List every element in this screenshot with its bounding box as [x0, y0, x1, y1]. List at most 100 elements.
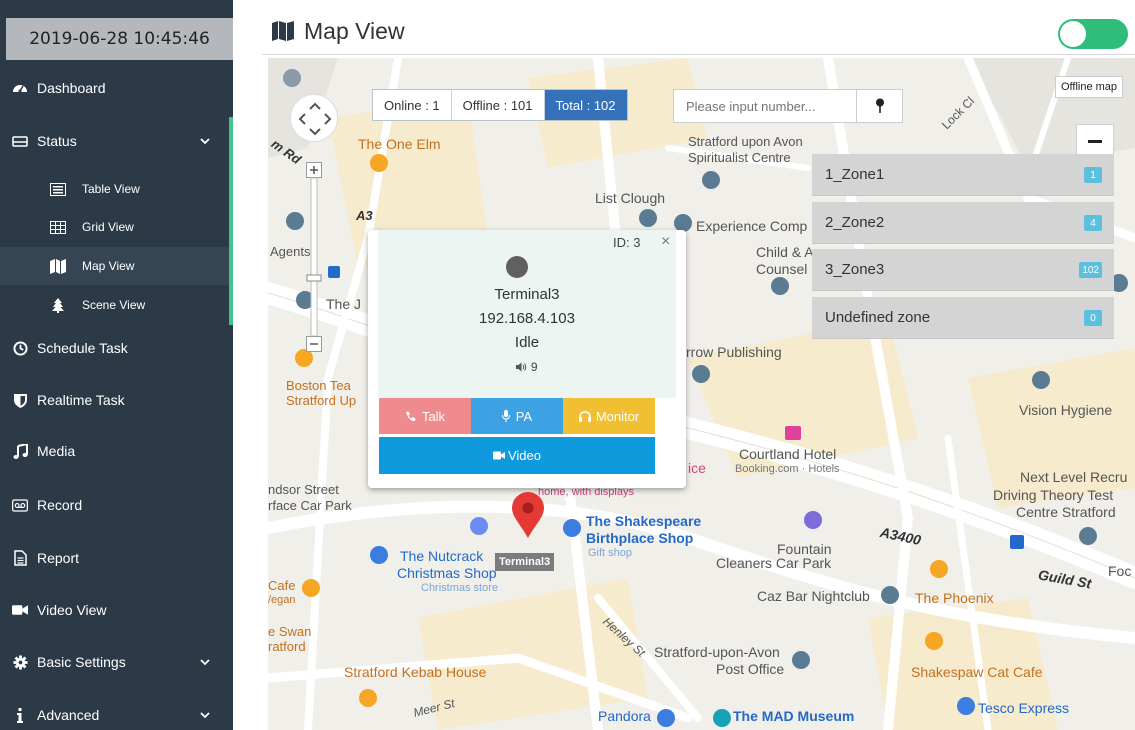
zone-item[interactable]: 3_Zone3 102: [812, 249, 1114, 291]
hdd-icon: [12, 133, 28, 149]
terminal-ip: 192.168.4.103: [479, 310, 575, 327]
map-label: Christmas store: [421, 582, 499, 594]
zone-name: 3_Zone3: [825, 261, 885, 278]
sidebar-subitem-grid-view[interactable]: Grid View: [0, 208, 233, 246]
map-label: Shakespaw Cat Cafe: [911, 664, 1043, 680]
map-label: Child & A: [756, 244, 814, 260]
map-label: Pandora: [598, 708, 651, 724]
terminal-name: Terminal3: [494, 286, 560, 303]
zone-count-badge: 0: [1084, 310, 1102, 326]
active-section-indicator: [229, 117, 233, 325]
toggle-knob: [1060, 21, 1086, 47]
map-label: Booking.com · Hotels: [735, 463, 840, 475]
map-label: Cleaners Car Park: [716, 555, 832, 571]
sidebar-item-label: Realtime Task: [37, 392, 125, 408]
map-label: /egan: [268, 594, 296, 606]
map-label: Post Office: [716, 661, 785, 677]
online-count[interactable]: Online : 1: [373, 90, 452, 120]
sidebar-item-basic-settings[interactable]: Basic Settings: [0, 641, 233, 683]
voicemail-icon: [12, 497, 28, 513]
map-label: The MAD Museum: [733, 708, 855, 724]
map-label: rrow Publishing: [686, 344, 782, 360]
map-label: Stratford Up: [286, 393, 357, 408]
dashboard-icon: [12, 80, 28, 96]
collapse-zones-button[interactable]: [1076, 124, 1114, 158]
zone-item[interactable]: 2_Zone2 4: [812, 202, 1114, 244]
sidebar-item-dashboard[interactable]: Dashboard: [0, 68, 233, 108]
close-icon[interactable]: ×: [661, 233, 670, 251]
talk-button[interactable]: Talk: [379, 398, 471, 434]
offline-map-toggle[interactable]: [1058, 19, 1128, 49]
zone-item[interactable]: 1_Zone1 1: [812, 154, 1114, 196]
map-label: Experience Comp: [696, 218, 808, 234]
map-label: The Nutcrack: [400, 548, 484, 564]
volume-value: 9: [530, 360, 538, 374]
sidebar-item-schedule-task[interactable]: Schedule Task: [0, 327, 233, 369]
map-label: Agents: [270, 244, 311, 259]
map-label: Next Level Recru: [1020, 469, 1128, 485]
sidebar-item-video-view[interactable]: Video View: [0, 589, 233, 631]
chevron-down-icon: [200, 712, 210, 719]
sidebar-subitem-table-view[interactable]: Table View: [0, 170, 233, 208]
sidebar-item-media[interactable]: Media: [0, 430, 233, 472]
sidebar-item-report[interactable]: Report: [0, 537, 233, 579]
sidebar-subitem-label: Scene View: [82, 298, 146, 312]
sidebar-item-record[interactable]: Record: [0, 484, 233, 526]
map-label: ratford: [268, 639, 306, 654]
volume-icon: [516, 362, 527, 372]
sidebar-subitem-label: Table View: [82, 182, 140, 196]
map-label: ndsor Street: [268, 482, 339, 497]
sidebar-item-realtime-task[interactable]: Realtime Task: [0, 379, 233, 421]
zone-name: 2_Zone2: [825, 214, 885, 231]
minus-icon: [1088, 139, 1102, 143]
search-input[interactable]: [674, 90, 856, 122]
zoom-slider[interactable]: [306, 162, 322, 352]
sidebar-item-label: Schedule Task: [37, 340, 128, 356]
sidebar: 2019-06-28 10:45:46 Dashboard Status Tab…: [0, 0, 233, 730]
sidebar-subitem-scene-view[interactable]: Scene View: [0, 286, 233, 324]
map-label: Gift shop: [588, 547, 633, 559]
pa-button[interactable]: PA: [471, 398, 563, 434]
sidebar-item-label: Report: [37, 550, 80, 566]
map-label: Vision Hygiene: [1019, 402, 1113, 418]
locate-button[interactable]: [856, 90, 902, 122]
map-label: Cafe: [268, 578, 296, 593]
pan-control[interactable]: [290, 94, 338, 142]
sidebar-item-label: Status: [37, 133, 77, 149]
phone-icon: [405, 411, 416, 421]
zone-count-badge: 1: [1084, 167, 1102, 183]
map-label: The Phoenix: [915, 590, 994, 606]
app-root: 2019-06-28 10:45:46 Dashboard Status Tab…: [0, 0, 1135, 730]
map-label: ice: [688, 460, 706, 476]
terminal-volume: 9: [378, 360, 676, 374]
sidebar-item-label: Record: [37, 497, 83, 513]
chevron-down-icon: [200, 659, 210, 666]
chevron-down-icon: [200, 138, 210, 145]
map-canvas[interactable]: The One Elm Stratford upon Avon Spiritua…: [268, 58, 1135, 730]
map-label: Christmas Shop: [397, 565, 497, 581]
map-label: rface Car Park: [268, 498, 352, 513]
sidebar-item-status[interactable]: Status: [0, 120, 233, 162]
sidebar-subitem-map-view[interactable]: Map View: [0, 247, 233, 285]
zone-item[interactable]: Undefined zone 0: [812, 297, 1114, 339]
sidebar-subitem-label: Grid View: [82, 220, 134, 234]
video-camera-icon: [492, 451, 505, 460]
video-camera-icon: [12, 602, 28, 618]
offline-count[interactable]: Offline : 101: [452, 90, 545, 120]
map-label: Caz Bar Nightclub: [757, 588, 870, 604]
sidebar-item-advanced[interactable]: Advanced: [0, 694, 233, 730]
map-label: The One Elm: [358, 136, 441, 152]
headphones-icon: [578, 410, 591, 422]
map-label: The J: [326, 296, 362, 312]
datetime-display: 2019-06-28 10:45:46: [6, 18, 233, 60]
terminal-marker-icon[interactable]: [511, 491, 545, 539]
video-button[interactable]: Video: [379, 437, 655, 474]
map-label: Stratford Kebab House: [344, 664, 487, 680]
map-icon: [50, 258, 66, 274]
zone-name: 1_Zone1: [825, 166, 885, 183]
monitor-label: Monitor: [595, 408, 640, 424]
total-count[interactable]: Total : 102: [544, 90, 627, 120]
monitor-button[interactable]: Monitor: [563, 398, 655, 434]
marker-label: Terminal3: [495, 553, 555, 571]
page-title: Map View: [304, 18, 405, 44]
